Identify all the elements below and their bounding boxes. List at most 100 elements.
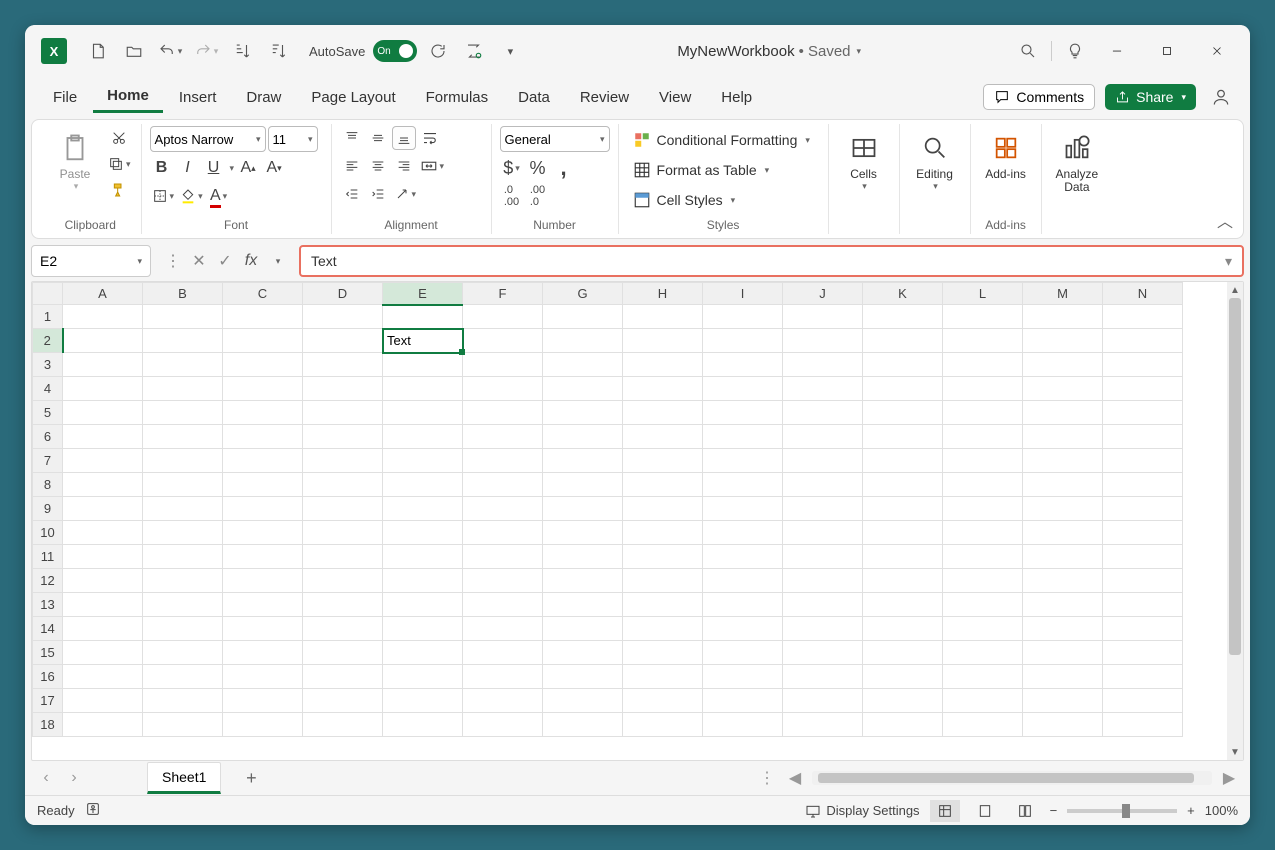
- cell[interactable]: [303, 305, 383, 329]
- cell[interactable]: [623, 497, 703, 521]
- collapse-ribbon-icon[interactable]: ︿: [1217, 208, 1233, 232]
- accessibility-icon[interactable]: [85, 801, 101, 820]
- cell[interactable]: [863, 665, 943, 689]
- cell[interactable]: [63, 617, 143, 641]
- cell[interactable]: [143, 401, 223, 425]
- cell[interactable]: [783, 521, 863, 545]
- cell[interactable]: [703, 329, 783, 353]
- cell[interactable]: [703, 641, 783, 665]
- cell[interactable]: [383, 377, 463, 401]
- scroll-up-icon[interactable]: ▲: [1227, 282, 1243, 298]
- cell[interactable]: [383, 473, 463, 497]
- row-header[interactable]: 4: [33, 377, 63, 401]
- cell[interactable]: [463, 593, 543, 617]
- cell[interactable]: [143, 377, 223, 401]
- cell[interactable]: [63, 545, 143, 569]
- bold-button[interactable]: B: [150, 156, 174, 180]
- cell[interactable]: [543, 329, 623, 353]
- cell[interactable]: [943, 401, 1023, 425]
- cell[interactable]: [1103, 689, 1183, 713]
- cell[interactable]: [623, 353, 703, 377]
- cell[interactable]: [143, 353, 223, 377]
- cell[interactable]: [863, 497, 943, 521]
- cell[interactable]: [543, 593, 623, 617]
- autosave-toggle[interactable]: AutoSave On: [309, 40, 417, 62]
- cell[interactable]: [943, 329, 1023, 353]
- cell[interactable]: [63, 497, 143, 521]
- cell[interactable]: [1023, 305, 1103, 329]
- cell[interactable]: [143, 521, 223, 545]
- cell[interactable]: [143, 617, 223, 641]
- decrease-indent-icon[interactable]: [340, 182, 364, 206]
- cell[interactable]: [1103, 401, 1183, 425]
- cell[interactable]: [543, 521, 623, 545]
- cell[interactable]: [623, 377, 703, 401]
- cell[interactable]: [143, 473, 223, 497]
- cell[interactable]: [703, 521, 783, 545]
- cell[interactable]: [63, 329, 143, 353]
- cell[interactable]: [623, 617, 703, 641]
- align-bottom-icon[interactable]: [392, 126, 416, 150]
- cell[interactable]: [943, 497, 1023, 521]
- cell[interactable]: [943, 473, 1023, 497]
- page-layout-view-icon[interactable]: [970, 800, 1000, 822]
- cell[interactable]: [383, 641, 463, 665]
- borders-icon[interactable]: ▾: [150, 184, 177, 208]
- tab-draw[interactable]: Draw: [232, 83, 295, 112]
- increase-indent-icon[interactable]: [366, 182, 390, 206]
- cell[interactable]: [623, 641, 703, 665]
- cell[interactable]: [1103, 449, 1183, 473]
- copy-icon[interactable]: ▾: [106, 152, 133, 176]
- column-header[interactable]: M: [1023, 283, 1103, 305]
- lightbulb-icon[interactable]: [1060, 36, 1090, 66]
- cell[interactable]: [463, 377, 543, 401]
- cell[interactable]: [863, 329, 943, 353]
- comma-icon[interactable]: ,: [552, 156, 576, 180]
- cell[interactable]: [783, 497, 863, 521]
- cell[interactable]: [543, 689, 623, 713]
- column-header[interactable]: L: [943, 283, 1023, 305]
- cell[interactable]: [143, 689, 223, 713]
- row-header[interactable]: 6: [33, 425, 63, 449]
- cell[interactable]: [63, 689, 143, 713]
- cell[interactable]: [623, 401, 703, 425]
- cell[interactable]: [1023, 689, 1103, 713]
- cell[interactable]: [63, 641, 143, 665]
- cell[interactable]: [783, 545, 863, 569]
- cell[interactable]: [943, 377, 1023, 401]
- close-button[interactable]: [1194, 36, 1240, 66]
- row-header[interactable]: 18: [33, 713, 63, 737]
- cell[interactable]: [783, 689, 863, 713]
- cell[interactable]: [943, 617, 1023, 641]
- cell[interactable]: [783, 425, 863, 449]
- tab-insert[interactable]: Insert: [165, 83, 231, 112]
- cell[interactable]: [463, 545, 543, 569]
- cell[interactable]: [63, 665, 143, 689]
- cell[interactable]: [223, 305, 303, 329]
- cell[interactable]: [863, 425, 943, 449]
- cell[interactable]: [783, 641, 863, 665]
- cell[interactable]: [303, 377, 383, 401]
- cell[interactable]: [1103, 641, 1183, 665]
- merge-center-icon[interactable]: ▾: [418, 154, 447, 178]
- cell[interactable]: [1023, 449, 1103, 473]
- cell[interactable]: [1023, 353, 1103, 377]
- cell[interactable]: Text: [383, 329, 463, 353]
- cell[interactable]: [623, 689, 703, 713]
- cell[interactable]: [703, 425, 783, 449]
- cell[interactable]: [783, 473, 863, 497]
- row-header[interactable]: 9: [33, 497, 63, 521]
- share-button[interactable]: Share ▾: [1105, 84, 1196, 110]
- select-all-corner[interactable]: [33, 283, 63, 305]
- cell[interactable]: [303, 689, 383, 713]
- cell[interactable]: [303, 425, 383, 449]
- new-file-icon[interactable]: [83, 36, 113, 66]
- next-sheet-icon[interactable]: ›: [63, 767, 85, 789]
- cell[interactable]: [543, 449, 623, 473]
- cell[interactable]: [783, 617, 863, 641]
- qat-customize-icon[interactable]: ▾: [495, 36, 525, 66]
- collaboration-icon[interactable]: [1206, 82, 1236, 112]
- cell[interactable]: [623, 449, 703, 473]
- cell[interactable]: [223, 473, 303, 497]
- cell[interactable]: [1103, 425, 1183, 449]
